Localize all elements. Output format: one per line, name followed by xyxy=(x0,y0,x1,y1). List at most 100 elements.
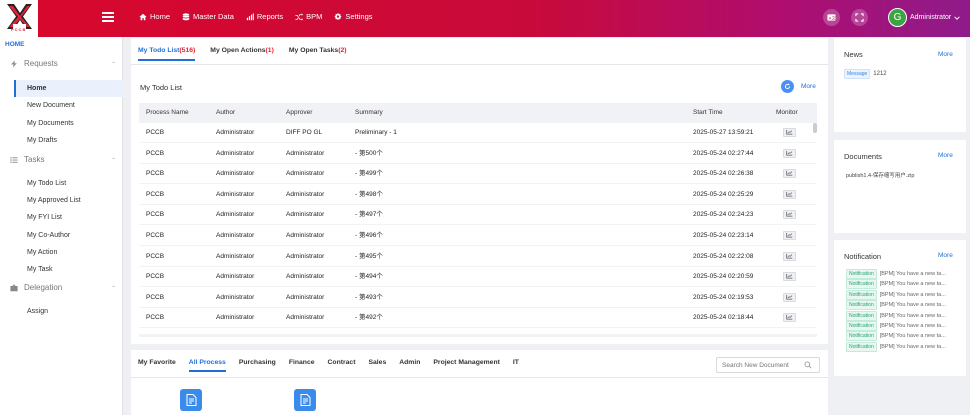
sidebar-item-my-co-author[interactable]: My Co-Author xyxy=(14,227,123,244)
sidebar-item-new-document[interactable]: New Document xyxy=(14,97,123,114)
sidebar-item-my-action[interactable]: My Action xyxy=(14,244,123,261)
tab-my-todo-list[interactable]: My Todo List(516) xyxy=(138,47,196,61)
monitor-button[interactable] xyxy=(783,189,796,199)
logo[interactable]: PCCB xyxy=(0,0,38,37)
monitor-button[interactable] xyxy=(783,313,796,323)
monitor-button[interactable] xyxy=(783,251,796,261)
notification-item[interactable]: Notification [BPM] You have a new ta... xyxy=(846,331,964,342)
list-icon xyxy=(10,156,18,163)
monitor-button[interactable] xyxy=(783,128,796,137)
notification-item[interactable]: Notification [BPM] You have a new ta... xyxy=(846,289,964,300)
cell-process-name: PCCB xyxy=(146,273,165,281)
monitor-button[interactable] xyxy=(783,148,796,158)
news-more-link[interactable]: More xyxy=(938,51,953,58)
nav-home-label: Home xyxy=(150,12,171,21)
search-icon[interactable] xyxy=(804,361,812,369)
process-tab-it[interactable]: IT xyxy=(513,359,519,372)
col-monitor[interactable]: Monitor xyxy=(776,103,798,123)
table-row[interactable]: PCCB Administrator Administrator - 第500个 202… xyxy=(139,144,817,164)
monitor-button[interactable] xyxy=(783,169,796,179)
news-item[interactable]: Message 1212 xyxy=(844,69,887,79)
monitor-button[interactable] xyxy=(783,292,796,302)
monitor-button[interactable] xyxy=(783,210,796,220)
list-title: My Todo List xyxy=(140,83,182,92)
notification-item[interactable]: Notification [BPM] You have a new ta... xyxy=(846,269,964,279)
refresh-button[interactable] xyxy=(781,80,794,93)
sidebar-section-requests-label: Requests xyxy=(24,59,58,68)
notification-item[interactable]: Notification [BPM] You have a new ta... xyxy=(846,341,964,352)
table-row[interactable]: PCCB Administrator DIFF PO GL Preliminary -… xyxy=(139,123,817,143)
notification-item[interactable]: Notification [BPM] You have a new ta... xyxy=(846,300,964,311)
sidebar-item-my-task[interactable]: My Task xyxy=(14,261,123,278)
sidebar-item-my-fyi-list[interactable]: My FYI List xyxy=(14,209,123,226)
table-row[interactable]: PCCB Administrator Administrator - 第495个 202… xyxy=(139,247,817,267)
language-switch-button[interactable]: A文 xyxy=(823,9,840,26)
document-process-icon[interactable] xyxy=(180,389,202,411)
process-tab-purchasing[interactable]: Purchasing xyxy=(239,359,276,372)
table-row[interactable]: PCCB Administrator Administrator - 第497个 202… xyxy=(139,205,817,226)
gear-icon xyxy=(335,12,342,20)
process-tab-my-favorite[interactable]: My Favorite xyxy=(138,359,176,372)
col-summary[interactable]: Summary xyxy=(355,103,383,123)
notification-panel: Notification More Notification [BPM] You … xyxy=(834,240,966,376)
table-row[interactable]: PCCB Administrator Administrator - 第493个 202… xyxy=(139,288,817,308)
nav-settings[interactable]: Settings xyxy=(334,12,373,21)
col-start-time[interactable]: Start Time xyxy=(693,103,723,123)
documents-more-link[interactable]: More xyxy=(938,152,953,159)
user-menu[interactable]: G Administrator xyxy=(888,8,960,27)
nav-master-data[interactable]: Master Data xyxy=(182,12,234,21)
document-process-icon[interactable] xyxy=(294,389,316,411)
cell-author: Administrator xyxy=(216,170,255,178)
col-author[interactable]: Author xyxy=(216,103,235,123)
sidebar-section-delegation[interactable]: Delegation ⌃ xyxy=(10,283,116,292)
sidebar-item-my-todo-list[interactable]: My Todo List xyxy=(14,175,123,192)
table-row[interactable]: PCCB Administrator Administrator - 第499个 202… xyxy=(139,164,817,185)
monitor-button[interactable] xyxy=(783,272,796,282)
chart-icon xyxy=(786,150,793,156)
cell-process-name: PCCB xyxy=(146,293,165,301)
process-tab-finance[interactable]: Finance xyxy=(289,359,315,372)
process-tab-contract[interactable]: Contract xyxy=(328,359,356,372)
cell-approver: Administrator xyxy=(286,293,325,301)
table-row[interactable]: PCCB Administrator Administrator - 第494个 202… xyxy=(139,267,817,288)
col-process-name[interactable]: Process Name xyxy=(146,103,189,123)
process-tab-sales[interactable]: Sales xyxy=(368,359,386,372)
svg-text:文: 文 xyxy=(832,14,836,20)
table-header: Process Name Author Approver Summary Sta… xyxy=(139,103,817,123)
sidebar-section-tasks[interactable]: Tasks ⌃ xyxy=(10,155,116,164)
sidebar-item-my-documents[interactable]: My Documents xyxy=(14,115,123,132)
tab-my-open-tasks[interactable]: My Open Tasks(2) xyxy=(289,47,347,61)
process-tab-admin[interactable]: Admin xyxy=(399,359,420,372)
table-scrollbar[interactable] xyxy=(813,123,817,133)
cell-start-time: 2025-05-24 02:24:23 xyxy=(693,211,754,219)
nav-home[interactable]: Home xyxy=(139,12,170,21)
document-item[interactable]: publish1.4-保存缩写用户.zip xyxy=(846,171,914,179)
todo-more-link[interactable]: More xyxy=(801,83,816,90)
cell-process-name: PCCB xyxy=(146,149,165,157)
table-row[interactable]: PCCB Administrator Administrator - 第496个 202… xyxy=(139,226,817,246)
process-tab-project-management[interactable]: Project Management xyxy=(433,359,499,372)
sidebar-item-home[interactable]: Home xyxy=(14,80,123,97)
process-tab-all-process[interactable]: All Process xyxy=(188,359,226,372)
table-row[interactable]: PCCB Administrator Administrator - 第492个 202… xyxy=(139,308,817,329)
fullscreen-button[interactable] xyxy=(851,9,868,26)
notification-item[interactable]: Notification [BPM] You have a new ta... xyxy=(846,310,964,321)
notification-item[interactable]: Notification [BPM] You have a new ta... xyxy=(846,321,964,331)
monitor-button[interactable] xyxy=(783,231,796,240)
table-row[interactable]: PCCB Administrator Administrator - 第498个 202… xyxy=(139,185,817,205)
cell-author: Administrator xyxy=(216,232,255,239)
cell-process-name: PCCB xyxy=(146,314,165,322)
notification-tag: Notification xyxy=(846,321,877,331)
sidebar-item-my-drafts[interactable]: My Drafts xyxy=(14,132,123,149)
sidebar-section-requests[interactable]: Requests ⌃ xyxy=(10,59,116,68)
col-approver[interactable]: Approver xyxy=(286,103,312,123)
tab-my-open-actions[interactable]: My Open Actions(1) xyxy=(210,47,274,61)
notification-more-link[interactable]: More xyxy=(938,252,953,259)
table-horizontal-scrollbar[interactable] xyxy=(139,334,817,337)
menu-toggle-icon[interactable] xyxy=(102,12,114,22)
nav-bpm[interactable]: BPM xyxy=(295,12,322,21)
nav-reports[interactable]: Reports xyxy=(246,12,283,21)
sidebar-item-my-approved-list[interactable]: My Approved List xyxy=(14,192,123,209)
sidebar-item-assign[interactable]: Assign xyxy=(14,303,123,320)
notification-item[interactable]: Notification [BPM] You have a new ta... xyxy=(846,279,964,290)
